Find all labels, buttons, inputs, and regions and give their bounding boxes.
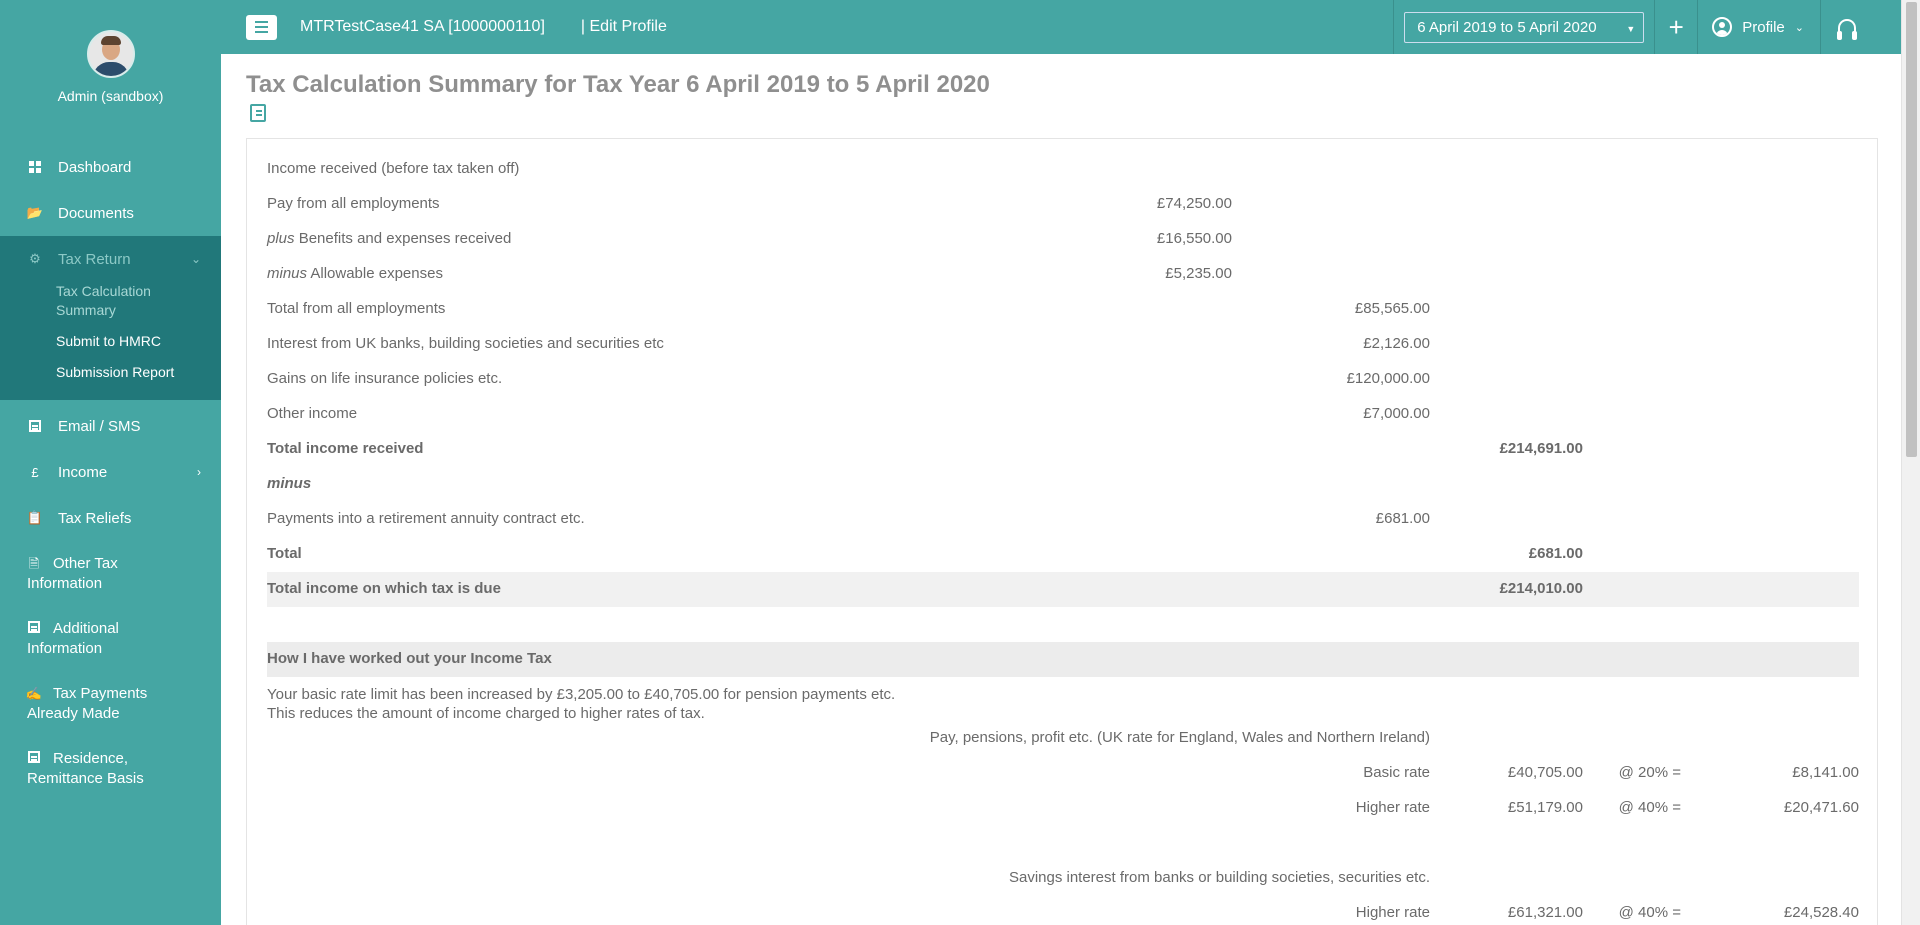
sidebar-item-tax-reliefs[interactable]: 📋 Tax Reliefs: [0, 495, 221, 541]
dashboard-icon: [28, 160, 42, 174]
folder-icon: 📂: [26, 205, 44, 220]
table-row: plus Benefits and expenses received £16,…: [267, 230, 1232, 247]
sidebar-item-label: Dashboard: [58, 158, 132, 176]
sidebar-item-label: Email / SMS: [58, 417, 141, 435]
sidebar-item-email-sms[interactable]: Email / SMS: [0, 403, 221, 449]
profile-label: Profile: [1742, 18, 1785, 36]
table-row: Total from all employments £85,565.00: [267, 300, 1430, 317]
profile-menu[interactable]: Profile ⌄: [1698, 0, 1820, 54]
list-icon: [28, 419, 42, 433]
list-icon: [27, 620, 41, 634]
table-row: Other income £7,000.00: [267, 405, 1430, 422]
caret-down-icon: ▼: [1626, 23, 1636, 34]
sidebar-item-label: Documents: [58, 204, 134, 222]
table-row: Interest from UK banks, building societi…: [267, 335, 1430, 352]
table-row: Payments into a retirement annuity contr…: [267, 510, 1430, 527]
sidebar-subitem-submission-report[interactable]: Submission Report: [0, 363, 221, 382]
sidebar-item-other-tax-information[interactable]: 🗎 Other Tax Information: [0, 541, 221, 606]
export-document-icon[interactable]: [250, 104, 266, 122]
tax-year-value: 6 April 2019 to 5 April 2020: [1417, 18, 1597, 36]
table-row: minus Allowable expenses £5,235.00: [267, 265, 1232, 282]
tax-summary-panel: Income received (before tax taken off) P…: [246, 138, 1878, 925]
table-row: Total income received £214,691.00: [267, 440, 1583, 457]
sidebar-item-label: 🗎 Other Tax Information: [27, 554, 118, 592]
sidebar-item-documents[interactable]: 📂 Documents: [0, 190, 221, 236]
sidebar-subitem-submit-hmrc[interactable]: Submit to HMRC: [0, 332, 221, 351]
support-headset-icon[interactable]: [1821, 18, 1873, 40]
vertical-scrollbar[interactable]: [1901, 0, 1920, 925]
tax-year-select[interactable]: 6 April 2019 to 5 April 2020 ▼: [1404, 11, 1645, 43]
sidebar-item-residence-remittance-basis[interactable]: Residence, Remittance Basis: [0, 736, 221, 801]
sidebar: Admin (sandbox) Dashboard 📂 Documents ⚙ …: [0, 0, 221, 925]
edit-profile-link[interactable]: | Edit Profile: [581, 18, 667, 36]
sidebar-item-additional-information[interactable]: Additional Information: [0, 606, 221, 671]
chevron-right-icon: ›: [197, 465, 201, 479]
sidebar-item-label: Tax Return: [58, 250, 131, 268]
user-icon: [1712, 17, 1733, 37]
table-row: minus: [267, 475, 312, 492]
sidebar-item-tax-payments-already-made[interactable]: ✍ Tax Payments Already Made: [0, 671, 221, 736]
sidebar-item-tax-return[interactable]: ⚙ Tax Return ⌄: [0, 236, 221, 282]
chevron-down-icon: ⌄: [190, 252, 201, 266]
clipboard-icon: 📋: [26, 510, 44, 525]
table-row: Income received (before tax taken off): [267, 160, 520, 177]
top-bar: MTRTestCase41 SA [1000000110] | Edit Pro…: [221, 0, 1901, 54]
avatar[interactable]: [86, 30, 135, 78]
table-row: Pay from all employments £74,250.00: [267, 195, 1232, 212]
main-content: Tax Calculation Summary for Tax Year 6 A…: [221, 54, 1901, 925]
add-icon[interactable]: +: [1655, 12, 1697, 43]
list-icon: [27, 750, 41, 764]
table-row: Total £681.00: [267, 545, 1583, 562]
divider: [1393, 0, 1395, 54]
menu-toggle-icon[interactable]: [246, 14, 277, 40]
sidebar-subitem-tax-calculation-summary[interactable]: Tax Calculation Summary: [0, 282, 160, 320]
table-row: Gains on life insurance policies etc. £1…: [267, 370, 1430, 387]
sidebar-item-label: Residence, Remittance Basis: [27, 749, 144, 787]
basic-rate-note: Your basic rate limit has been increased…: [267, 686, 896, 722]
table-row: Pay, pensions, profit etc. (UK rate for …: [929, 729, 1430, 746]
user-panel: Admin (sandbox): [0, 0, 221, 140]
table-row: Total income on which tax is due £214,01…: [267, 572, 1859, 607]
sidebar-group-tax-return: ⚙ Tax Return ⌄ Tax Calculation Summary S…: [0, 236, 221, 400]
hand-coin-icon: ✍: [25, 685, 43, 701]
client-name: MTRTestCase41 SA [1000000110]: [300, 18, 545, 35]
sidebar-item-label: Additional Information: [27, 619, 119, 657]
sidebar-item-dashboard[interactable]: Dashboard: [0, 144, 221, 190]
sidebar-item-label: Tax Reliefs: [58, 509, 132, 527]
gears-icon: ⚙: [29, 251, 41, 266]
user-name: Admin (sandbox): [57, 88, 164, 104]
table-row: Basic rate £40,705.00 @ 20% = £8,141.00: [1363, 764, 1859, 781]
page-title: Tax Calculation Summary for Tax Year 6 A…: [246, 71, 990, 98]
chevron-down-icon: ⌄: [1794, 21, 1804, 34]
pound-icon: £: [31, 464, 39, 480]
document-icon: 🗎: [28, 555, 40, 571]
table-row: Savings interest from banks or building …: [1008, 869, 1430, 886]
scrollbar-thumb[interactable]: [1906, 2, 1917, 457]
sidebar-item-label: Income: [58, 463, 108, 481]
section-heading: How I have worked out your Income Tax: [267, 642, 1859, 677]
sidebar-item-label: ✍ Tax Payments Already Made: [25, 684, 148, 722]
table-row: Higher rate £51,179.00 @ 40% = £20,471.6…: [1355, 799, 1859, 816]
sidebar-item-income[interactable]: £ Income ›: [0, 449, 221, 495]
table-row: Higher rate £61,321.00 @ 40% = £24,528.4…: [1355, 904, 1859, 921]
